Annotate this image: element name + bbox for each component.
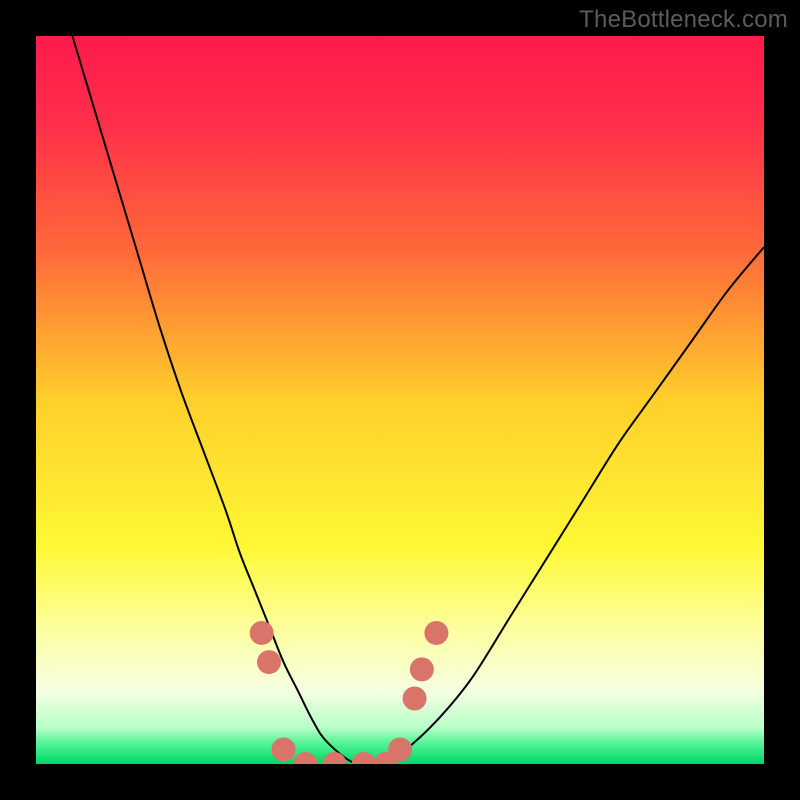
highlight-marker [410, 657, 434, 681]
plot-area [36, 36, 764, 764]
highlight-marker [257, 650, 281, 674]
highlight-marker [388, 737, 412, 761]
plot-svg [36, 36, 764, 764]
highlight-marker [424, 621, 448, 645]
app-root: TheBottleneck.com [0, 0, 800, 800]
gradient-background [36, 36, 764, 764]
highlight-marker [272, 737, 296, 761]
watermark-text: TheBottleneck.com [579, 6, 788, 34]
highlight-marker [403, 686, 427, 710]
highlight-marker [250, 621, 274, 645]
